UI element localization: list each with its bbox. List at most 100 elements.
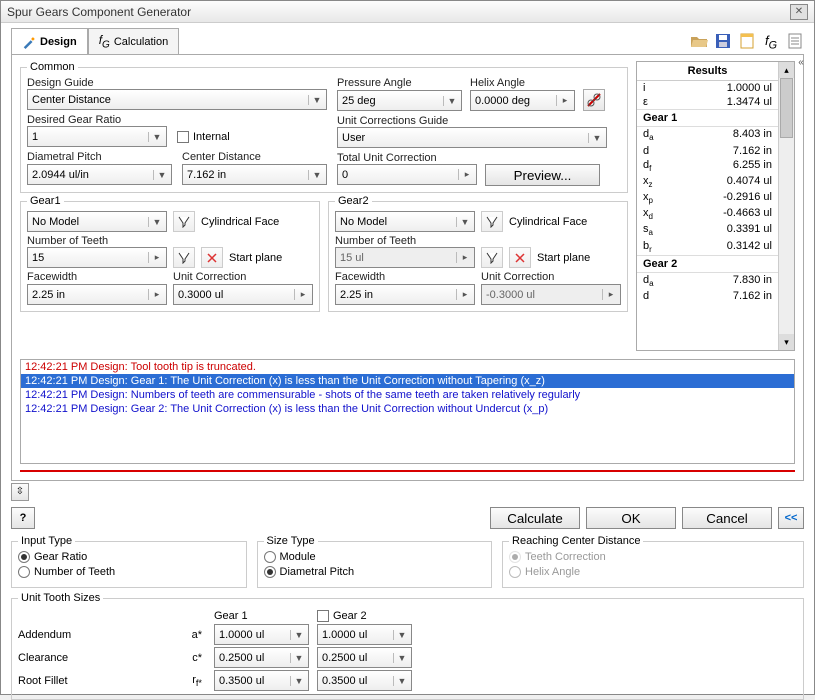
chevron-down-icon: ▼: [290, 630, 304, 640]
log-line[interactable]: 12:42:21 PM Design: Gear 1: The Unit Cor…: [21, 374, 794, 388]
radio-gear-ratio[interactable]: Gear Ratio: [18, 551, 87, 563]
tab-bar: Design fG Calculation: [11, 27, 179, 54]
collapse-button[interactable]: <<: [778, 507, 804, 529]
chevron-down-icon: ▼: [153, 170, 167, 180]
gear1-model-select[interactable]: No Model▼: [27, 211, 167, 232]
addendum-g2-value: 1.0000 ul: [322, 629, 367, 641]
internal-checkbox[interactable]: Internal: [177, 131, 230, 143]
radio-num-teeth[interactable]: Number of Teeth: [18, 566, 115, 578]
reach-center-fieldset: Reaching Center Distance Teeth Correctio…: [502, 535, 804, 588]
log-line[interactable]: 12:42:21 PM Design: Numbers of teeth are…: [21, 388, 794, 402]
gear1-plane-clear-button[interactable]: [201, 247, 223, 268]
sheet-icon[interactable]: [738, 32, 756, 50]
desired-ratio-select[interactable]: 1▼: [27, 126, 167, 147]
gear2-cylface-label: Cylindrical Face: [509, 216, 587, 228]
spinner-icon[interactable]: ▸: [456, 289, 470, 300]
results-row: ε1.3474 ul: [637, 95, 778, 109]
expand-handle[interactable]: ⇳: [11, 483, 29, 501]
diametral-pitch-value: 2.0944 ul/in: [32, 169, 89, 181]
gear1-plane-pick-button[interactable]: [173, 247, 195, 268]
gear1-face-pick-button[interactable]: [173, 211, 195, 232]
scroll-down-icon[interactable]: ▾: [779, 334, 794, 350]
gear2-startplane-label: Start plane: [537, 252, 590, 264]
clearance-g1-select[interactable]: 0.2500 ul▼: [214, 647, 309, 668]
gear2-face-pick-button[interactable]: [481, 211, 503, 232]
gear1-facewidth-label: Facewidth: [27, 271, 167, 283]
unit-corr-guide-select[interactable]: User▼: [337, 127, 607, 148]
spinner-icon[interactable]: ▸: [148, 252, 162, 263]
spinner-icon[interactable]: ▸: [294, 289, 308, 300]
collapse-results-icon[interactable]: «: [795, 57, 807, 97]
total-unit-corr-input[interactable]: 0▸: [337, 164, 477, 185]
num-teeth-label: Number of Teeth: [34, 566, 115, 578]
log-line[interactable]: 12:42:21 PM Design: Gear 2: The Unit Cor…: [21, 402, 794, 416]
spinner-icon: ▸: [602, 289, 616, 300]
rootfillet-sym: rf*: [176, 674, 206, 688]
design-guide-select[interactable]: Center Distance▼: [27, 89, 327, 110]
gear2-numteeth-value: 15 ul: [340, 252, 364, 264]
helix-angle-radio-label: Helix Angle: [525, 566, 580, 578]
app-window: Spur Gears Component Generator ✕ Design …: [0, 0, 815, 695]
design-guide-label: Design Guide: [27, 77, 327, 89]
tab-calculation[interactable]: fG Calculation: [88, 28, 180, 55]
unit-corr-guide-label: Unit Corrections Guide: [337, 115, 621, 127]
gear1-unitcorr-value: 0.3000 ul: [178, 289, 223, 301]
gear1-unitcorr-input[interactable]: 0.3000 ul ▸: [173, 284, 313, 305]
radio-diametral-pitch[interactable]: Diametral Pitch: [264, 566, 355, 578]
spinner-icon[interactable]: ▸: [458, 169, 472, 180]
gear-preview-icon-button[interactable]: [583, 89, 605, 111]
addendum-g1-select[interactable]: 1.0000 ul▼: [214, 624, 309, 645]
gear2-facewidth-label: Facewidth: [335, 271, 475, 283]
diametral-pitch-select[interactable]: 2.0944 ul/in ▼: [27, 164, 172, 185]
gear2-plane-clear-button[interactable]: [509, 247, 531, 268]
calculate-label: Calculate: [507, 511, 563, 526]
spinner-icon[interactable]: ▸: [556, 95, 570, 106]
save-icon[interactable]: [714, 32, 732, 50]
gear1-fieldset: Gear1 No Model▼ Cylindrical Face Number …: [20, 195, 320, 312]
ok-button[interactable]: OK: [586, 507, 676, 529]
results-title: Results: [637, 62, 778, 81]
close-button[interactable]: ✕: [790, 4, 808, 20]
gear1-facewidth-input[interactable]: 2.25 in▸: [27, 284, 167, 305]
addendum-label: Addendum: [18, 629, 168, 641]
spinner-icon[interactable]: ▸: [148, 289, 162, 300]
gear-ratio-label: Gear Ratio: [34, 551, 87, 563]
tab-design[interactable]: Design: [11, 28, 88, 55]
tooth-g2-checkbox[interactable]: Gear 2: [317, 610, 412, 622]
calculate-button[interactable]: Calculate: [490, 507, 580, 529]
common-legend: Common: [27, 61, 78, 73]
gear2-plane-pick-button[interactable]: [481, 247, 503, 268]
radio-module[interactable]: Module: [264, 551, 316, 563]
rootfillet-g1-value: 0.3500 ul: [219, 675, 264, 687]
log-line[interactable]: 12:42:21 PM Design: Tool tooth tip is tr…: [21, 360, 794, 374]
cancel-button[interactable]: Cancel: [682, 507, 772, 529]
rootfillet-g2-select: 0.3500 ul▼: [317, 670, 412, 691]
gear2-model-select[interactable]: No Model▼: [335, 211, 475, 232]
dialog-buttons: ? Calculate OK Cancel <<: [1, 501, 814, 535]
gear1-numteeth-input[interactable]: 15▸: [27, 247, 167, 268]
gear2-fieldset: Gear2 No Model▼ Cylindrical Face Number …: [328, 195, 628, 312]
pressure-angle-select[interactable]: 25 deg▼: [337, 90, 462, 111]
chevron-down-icon: ▼: [393, 676, 407, 686]
open-icon[interactable]: [690, 32, 708, 50]
gear2-numteeth-label: Number of Teeth: [335, 235, 621, 247]
results-scrollbar[interactable]: ▴ ▾: [778, 62, 794, 350]
results-row: i1.0000 ul: [637, 81, 778, 95]
formula-icon[interactable]: fG: [762, 32, 780, 50]
internal-label: Internal: [193, 131, 230, 143]
lower-panel: Input Type Gear Ratio Number of Teeth Si…: [11, 535, 804, 700]
results-g2-header: Gear 2: [637, 255, 778, 273]
addendum-g2-select: 1.0000 ul▼: [317, 624, 412, 645]
scroll-up-icon[interactable]: ▴: [779, 62, 794, 78]
gear2-facewidth-input[interactable]: 2.25 in▸: [335, 284, 475, 305]
report-icon[interactable]: [786, 32, 804, 50]
chevron-down-icon: ▼: [443, 96, 457, 106]
teeth-corr-label: Teeth Correction: [525, 551, 606, 563]
scroll-thumb[interactable]: [780, 78, 793, 138]
message-log[interactable]: 12:42:21 PM Design: Tool tooth tip is tr…: [20, 359, 795, 464]
help-button[interactable]: ?: [11, 507, 35, 529]
helix-angle-value: 0.0000 deg: [475, 95, 530, 107]
rootfillet-g1-select[interactable]: 0.3500 ul▼: [214, 670, 309, 691]
helix-angle-input[interactable]: 0.0000 deg ▸: [470, 90, 575, 111]
preview-button[interactable]: Preview...: [485, 164, 600, 186]
